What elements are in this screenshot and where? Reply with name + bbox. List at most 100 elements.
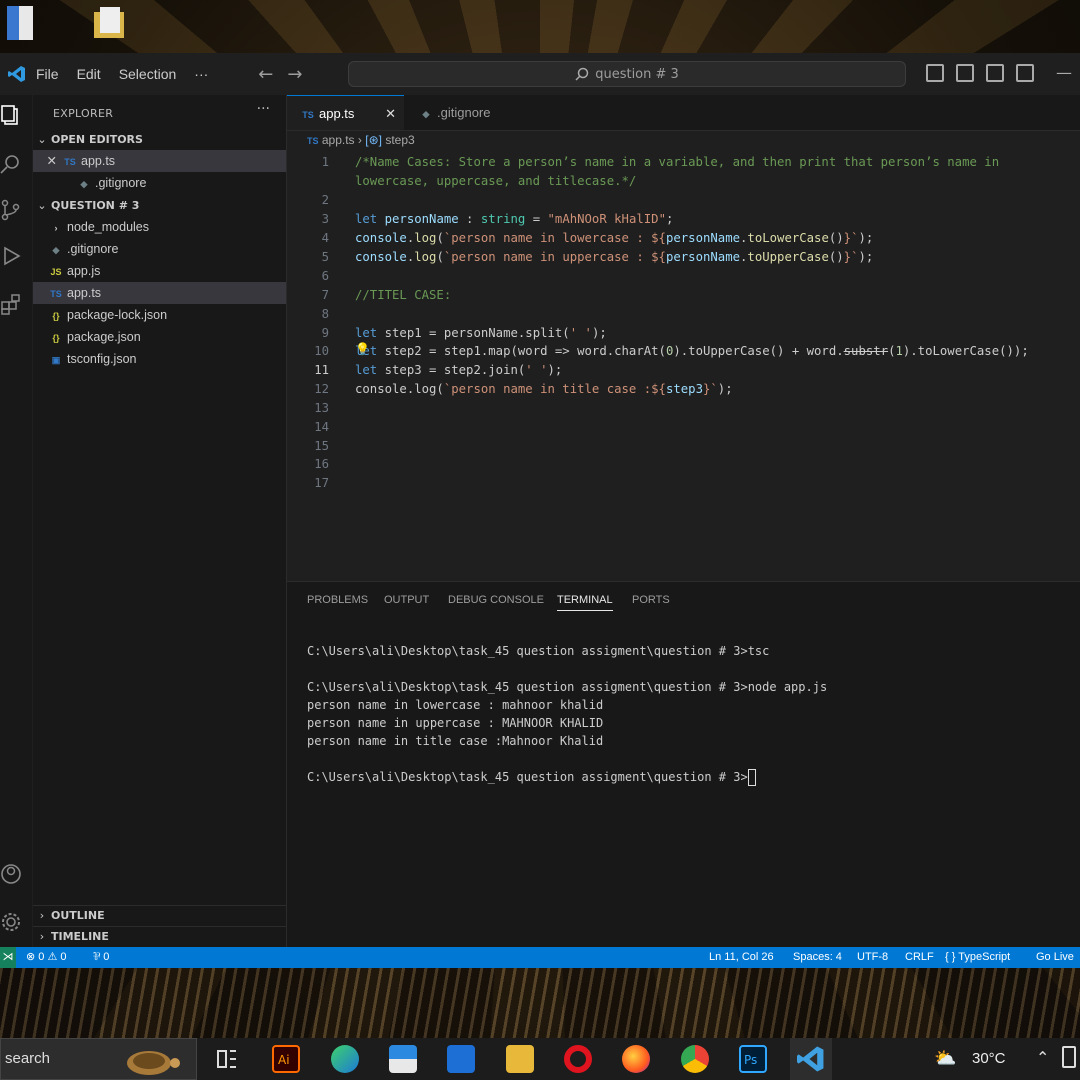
source-control-icon[interactable] [0, 199, 22, 221]
menu-edit[interactable]: Edit [77, 66, 101, 82]
editor-tabs: TS app.ts ✕ ◆ .gitignore [287, 95, 1080, 131]
command-center-search[interactable]: question # 3 [348, 61, 906, 87]
tree-item-package-json[interactable]: {} package.json [33, 326, 286, 348]
toggle-sidebar-icon[interactable] [926, 63, 944, 82]
weather-temperature[interactable]: 30°C [972, 1050, 1006, 1067]
customize-layout-icon[interactable] [1016, 63, 1034, 82]
command-center-text: question # 3 [595, 66, 679, 82]
breadcrumb[interactable]: TS app.ts › [⊛] step3 [307, 133, 415, 147]
desktop-folder-icon[interactable] [92, 4, 126, 44]
tree-item-app-ts[interactable]: TS app.ts [33, 282, 286, 304]
system-tray-chevron-icon[interactable]: ⌃ [1036, 1048, 1049, 1067]
gitignore-file-icon: ◆ [52, 245, 60, 255]
terminal-output[interactable]: C:\Users\ali\Desktop\task_45 question as… [307, 642, 827, 786]
line-number: 16 [314, 457, 329, 471]
explorer-icon[interactable] [0, 105, 22, 127]
cursor-position[interactable]: Ln 11, Col 26 [709, 947, 774, 968]
tree-item-node-modules[interactable]: › node_modules [33, 216, 286, 238]
ts-file-icon: TS [64, 157, 76, 167]
run-debug-icon[interactable] [0, 245, 22, 267]
settings-gear-icon[interactable] [0, 911, 22, 933]
close-icon[interactable]: ✕ [33, 150, 57, 172]
search-icon [575, 67, 589, 81]
tree-item-gitignore[interactable]: ◆ .gitignore [33, 238, 286, 260]
line-number: 1 [321, 155, 329, 169]
chevron-down-icon: ⌄ [37, 133, 47, 146]
status-bar: ⋊ ⊗ 0 ⚠ 0 ⅌ 0 Ln 11, Col 26 Spaces: 4 UT… [0, 947, 1080, 968]
chrome-icon[interactable] [681, 1045, 709, 1073]
line-number: 11 [314, 363, 329, 377]
tab-app-ts[interactable]: TS app.ts ✕ [287, 95, 404, 130]
toggle-panel-icon[interactable] [956, 63, 974, 82]
tab-ports[interactable]: PORTS [632, 594, 670, 606]
line-number: 7 [321, 288, 329, 302]
minimize-icon[interactable]: — [1056, 63, 1072, 82]
tab-problems[interactable]: PROBLEMS [307, 594, 368, 606]
tray-app-icon[interactable] [1062, 1046, 1076, 1068]
desktop-wallpaper-lower [0, 968, 1080, 1038]
task-view-icon[interactable] [212, 1045, 240, 1073]
vscode-window: File Edit Selection ··· ← → question # 3… [0, 53, 1080, 968]
tab-gitignore[interactable]: ◆ .gitignore [405, 95, 521, 130]
indentation[interactable]: Spaces: 4 [793, 947, 842, 968]
explorer-more-icon[interactable]: ··· [257, 101, 270, 117]
go-live-button[interactable]: Go Live [1036, 947, 1074, 968]
terminal-prompt: C:\Users\ali\Desktop\task_45 question as… [307, 770, 748, 784]
chevron-right-icon: › [54, 223, 58, 233]
code-line-5: console.log(`person name in uppercase : … [355, 250, 874, 264]
desktop-file-icon[interactable] [4, 4, 38, 44]
remote-icon[interactable]: ⋊ [0, 947, 16, 968]
firefox-icon[interactable] [622, 1045, 650, 1073]
terminal-cursor [747, 769, 756, 786]
ports-status[interactable]: ⅌ 0 [93, 947, 109, 968]
language-mode[interactable]: { } TypeScript [945, 947, 1010, 968]
menu-more[interactable]: ··· [194, 66, 208, 82]
forward-arrow-icon[interactable]: → [287, 64, 302, 85]
menu-file[interactable]: File [36, 66, 59, 82]
illustrator-icon[interactable]: Ai [272, 1045, 300, 1073]
mail-icon[interactable] [447, 1045, 475, 1073]
svg-text:Ai: Ai [278, 1053, 290, 1067]
editor-area: TS app.ts ✕ ◆ .gitignore TS app.ts › [⊛] s… [287, 95, 1080, 579]
explorer-sidebar: EXPLORER ··· ⌄ OPEN EDITORS ✕ TS app.ts ◆ .g… [33, 95, 287, 947]
variable-icon: [⊛] [365, 133, 382, 147]
search-sidebar-icon[interactable] [0, 153, 22, 175]
line-number: 2 [321, 193, 329, 207]
terminal-line: person name in lowercase : mahnoor khali… [307, 698, 604, 712]
line-endings[interactable]: CRLF [905, 947, 934, 968]
tree-item-package-lock[interactable]: {} package-lock.json [33, 304, 286, 326]
edge-browser-icon[interactable] [331, 1045, 359, 1073]
project-folder-header[interactable]: ⌄ QUESTION # 3 [33, 196, 286, 216]
timeline-header[interactable]: › TIMELINE [33, 926, 286, 947]
tab-terminal[interactable]: TERMINAL [557, 594, 613, 611]
taskbar-search[interactable]: search [0, 1038, 197, 1080]
photoshop-icon[interactable]: Ps [739, 1045, 767, 1073]
open-editor-gitignore[interactable]: ◆ .gitignore [33, 172, 286, 194]
tab-close-icon[interactable]: ✕ [385, 96, 396, 131]
tab-debug-console[interactable]: DEBUG CONSOLE [448, 594, 544, 606]
encoding[interactable]: UTF-8 [857, 947, 888, 968]
store-icon[interactable] [389, 1045, 417, 1073]
file-explorer-icon[interactable] [506, 1045, 534, 1073]
extensions-icon[interactable] [0, 293, 22, 315]
code-line-4: console.log(`person name in lowercase : … [355, 231, 874, 245]
account-icon[interactable] [0, 863, 22, 885]
weather-icon[interactable]: ⛅ [934, 1048, 956, 1069]
open-editor-app-ts[interactable]: ✕ TS app.ts [33, 150, 286, 172]
outline-header[interactable]: › OUTLINE [33, 905, 286, 926]
title-bar: File Edit Selection ··· ← → question # 3… [0, 53, 1080, 95]
menu-selection[interactable]: Selection [119, 66, 177, 82]
toggle-secondary-sidebar-icon[interactable] [986, 63, 1004, 82]
back-arrow-icon[interactable]: ← [258, 64, 273, 85]
problems-status[interactable]: ⊗ 0 ⚠ 0 [26, 947, 66, 968]
opera-icon[interactable] [564, 1045, 592, 1073]
open-editors-header[interactable]: ⌄ OPEN EDITORS [33, 130, 286, 150]
lightbulb-icon[interactable]: 💡 [355, 342, 370, 356]
tree-item-tsconfig[interactable]: ▣ tsconfig.json [33, 348, 286, 370]
code-line-10: let step2 = step1.map(word => word.charA… [355, 344, 1029, 358]
terminal-line: C:\Users\ali\Desktop\task_45 question as… [307, 680, 828, 694]
tab-output[interactable]: OUTPUT [384, 594, 429, 606]
line-number: 14 [314, 420, 329, 434]
tree-item-app-js[interactable]: JS app.js [33, 260, 286, 282]
